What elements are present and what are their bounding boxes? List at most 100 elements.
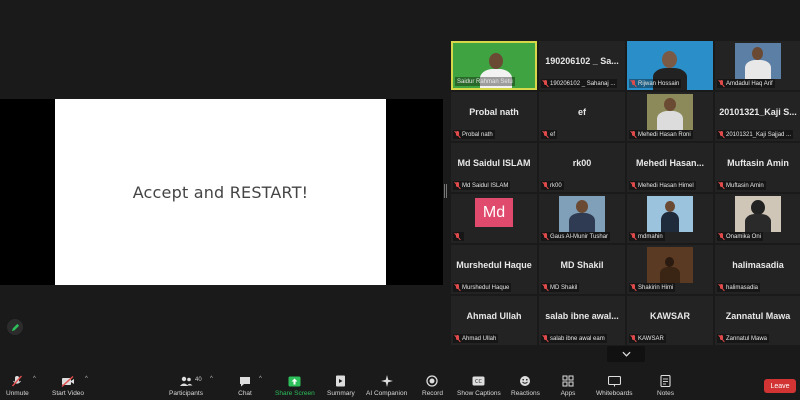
start-video-button[interactable]: Start Video: [52, 375, 84, 397]
participant-name-label: Mehedi Hasan Himel: [629, 181, 696, 190]
participant-name: KAWSAR: [650, 311, 690, 321]
participant-name: 20101321_Kaji S...: [719, 107, 797, 117]
participant-name-label: Muftasin Amin: [717, 181, 766, 190]
participant-tile[interactable]: ef ef: [539, 92, 625, 141]
participant-tile[interactable]: Zannatul Mawa Zannatul Mawa: [715, 296, 800, 345]
annotate-button[interactable]: [7, 319, 23, 335]
mic-muted-icon: [631, 233, 636, 240]
unmute-button[interactable]: Unmute: [6, 375, 29, 397]
participant-name-label: MD Shakil: [541, 283, 580, 292]
mic-muted-icon: [719, 80, 724, 87]
mic-muted-icon: [455, 182, 460, 189]
person-head: [665, 201, 675, 212]
record-button[interactable]: Record: [422, 375, 443, 397]
mic-muted-icon: [719, 335, 724, 342]
participant-tile[interactable]: KAWSAR KAWSAR: [627, 296, 713, 345]
audio-options-caret[interactable]: ^: [33, 376, 36, 382]
whiteboards-label: Whiteboards: [596, 390, 633, 397]
next-page-button[interactable]: [607, 346, 645, 362]
participant-name-label: Shakirin Himi: [629, 283, 676, 292]
apps-label: Apps: [560, 390, 576, 397]
participant-tile[interactable]: MD Shakil MD Shakil: [539, 245, 625, 294]
ai-companion-label: AI Companion: [366, 390, 408, 397]
reactions-label: Reactions: [511, 390, 540, 397]
participant-tile[interactable]: Onamika Oni: [715, 194, 800, 243]
chat-options-caret[interactable]: ^: [259, 376, 262, 382]
summary-icon: [336, 375, 346, 387]
participant-name: salab ibne awal...: [545, 311, 619, 321]
participants-options-caret[interactable]: ^: [210, 376, 213, 382]
notes-button[interactable]: Notes: [657, 375, 674, 397]
mic-muted-icon: [543, 131, 548, 138]
participant-tile[interactable]: Mehedi Hasan Roni: [627, 92, 713, 141]
summary-button[interactable]: Summary: [327, 375, 355, 397]
person-head: [664, 98, 676, 111]
participant-tile[interactable]: Md: [451, 194, 537, 243]
presentation-slide: Accept and RESTART!: [55, 99, 386, 285]
meeting-toolbar: Unmute ^ Start Video ^ Participants 40 ^: [0, 369, 800, 400]
mic-muted-icon: [543, 182, 548, 189]
participant-tile[interactable]: Probal nath Probal nath: [451, 92, 537, 141]
participant-tile[interactable]: Murshedul Haque Murshedul Haque: [451, 245, 537, 294]
video-options-caret[interactable]: ^: [85, 376, 88, 382]
participants-count: 40: [195, 377, 202, 383]
participant-tile[interactable]: salab ibne awal... salab ibne awal eam: [539, 296, 625, 345]
participant-tile[interactable]: Rijwan Hossain: [627, 41, 713, 90]
show-captions-label: Show Captions: [457, 390, 501, 397]
participant-tile[interactable]: 190206102 _ Sa... 190206102 _ Sahanaj ..…: [539, 41, 625, 90]
participant-tile[interactable]: mdmahin: [627, 194, 713, 243]
participant-tile[interactable]: Shakirin Himi: [627, 245, 713, 294]
mic-muted-icon: [631, 131, 636, 138]
captions-icon: CC: [472, 376, 485, 386]
whiteboards-button[interactable]: Whiteboards: [596, 375, 633, 397]
share-screen-button[interactable]: Share Screen: [275, 375, 315, 397]
participant-name-label: [453, 232, 464, 241]
participant-name-label: Saidur Rahman Setu: [455, 77, 515, 86]
participant-name-label: Ahmad Ullah: [453, 334, 499, 343]
person-head: [665, 257, 674, 267]
start-video-label: Start Video: [52, 390, 85, 397]
person-head: [576, 200, 588, 213]
apps-icon: [562, 375, 574, 387]
unmute-label: Unmute: [6, 390, 29, 397]
participant-name-label: 20101321_Kaji Sajjad ...: [717, 130, 794, 139]
summary-label: Summary: [327, 390, 355, 397]
participant-tile[interactable]: Gaus Al-Munir Tushar: [539, 194, 625, 243]
shared-screen: Accept and RESTART!: [0, 99, 443, 285]
mic-muted-icon: [719, 131, 724, 138]
participant-tile[interactable]: Saidur Rahman Setu: [451, 41, 537, 90]
participant-tile[interactable]: Md Saidul ISLAM Md Saidul ISLAM: [451, 143, 537, 192]
participant-tile[interactable]: Muftasin Amin Muftasin Amin: [715, 143, 800, 192]
participant-name: Mehedi Hasan...: [635, 158, 705, 168]
ai-companion-button[interactable]: AI Companion: [366, 375, 407, 397]
apps-button[interactable]: Apps: [560, 375, 576, 397]
participant-name-label: Md Saidul ISLAM: [453, 181, 511, 190]
participant-tile[interactable]: Ahmad Ullah Ahmad Ullah: [451, 296, 537, 345]
person-body: [745, 214, 771, 232]
video-off-icon: [61, 375, 75, 387]
mic-muted-icon: [719, 182, 724, 189]
reactions-button[interactable]: Reactions: [511, 375, 540, 397]
participant-name-label: mdmahin: [629, 232, 665, 241]
participant-tile[interactable]: rk00 rk00: [539, 143, 625, 192]
mic-muted-icon: [719, 233, 724, 240]
person-head: [752, 47, 763, 60]
mic-muted-icon: [631, 80, 636, 87]
participant-name-label: Murshedul Haque: [453, 283, 512, 292]
slide-text: Accept and RESTART!: [132, 182, 309, 202]
show-captions-button[interactable]: CC Show Captions: [457, 375, 501, 397]
participant-tile[interactable]: halimasadia halimasadia: [715, 245, 800, 294]
resize-handle[interactable]: [444, 184, 447, 198]
participant-tile[interactable]: Amdadul Haq Arif: [715, 41, 800, 90]
mic-muted-icon: [455, 335, 460, 342]
share-screen-icon: [288, 376, 301, 386]
participant-tile[interactable]: Mehedi Hasan... Mehedi Hasan Himel: [627, 143, 713, 192]
participant-tile[interactable]: 20101321_Kaji S... 20101321_Kaji Sajjad …: [715, 92, 800, 141]
sparkle-icon: [380, 375, 393, 387]
mic-muted-icon: [455, 284, 460, 291]
participant-name-label: halimasadia: [717, 283, 761, 292]
chat-button[interactable]: Chat: [237, 375, 253, 397]
leave-button[interactable]: Leave: [764, 379, 796, 393]
participant-name: Probal nath: [469, 107, 519, 117]
share-screen-label: Share Screen: [275, 390, 315, 397]
